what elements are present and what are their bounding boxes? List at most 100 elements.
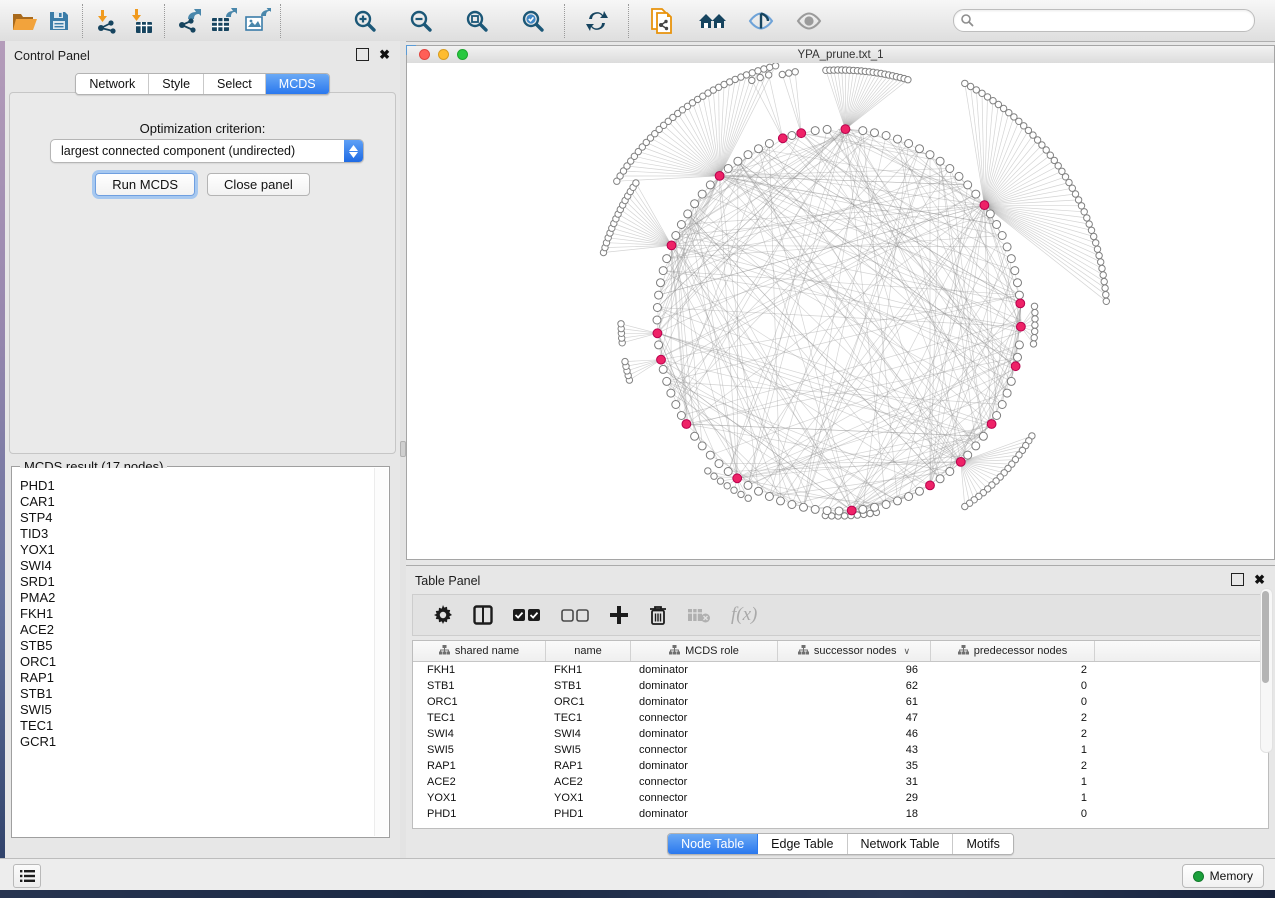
table-scrollbar-thumb[interactable] [1262, 591, 1269, 683]
node-table[interactable]: shared namename MCDS role successor nodes∨… [412, 640, 1269, 829]
table-tab-network-table[interactable]: Network Table [848, 834, 954, 854]
close-panel-button[interactable]: Close panel [207, 173, 310, 196]
table-row[interactable]: ORC1ORC1dominator610 [413, 694, 1268, 710]
table-row[interactable]: TEC1TEC1connector472 [413, 710, 1268, 726]
table-cell: dominator [631, 696, 778, 708]
mcds-result-item[interactable]: STB1 [20, 686, 388, 702]
table-row[interactable]: SWI5SWI5connector431 [413, 742, 1268, 758]
toolbar-separator [82, 4, 84, 38]
table-tab-edge-table[interactable]: Edge Table [758, 834, 847, 854]
mcds-result-item[interactable]: SWI4 [20, 558, 388, 574]
deselect-all-icon[interactable] [561, 608, 589, 622]
table-row[interactable]: SWI4SWI4dominator462 [413, 726, 1268, 742]
table-cell: ACE2 [546, 776, 631, 788]
tab-mcds[interactable]: MCDS [266, 74, 329, 94]
close-panel-icon[interactable]: ✖ [379, 49, 390, 60]
run-mcds-button[interactable]: Run MCDS [95, 173, 195, 196]
tab-select[interactable]: Select [204, 74, 266, 94]
desktop-edge-left [0, 41, 5, 858]
mcds-result-list[interactable]: PHD1CAR1STP4TID3YOX1SWI4SRD1PMA2FKH1ACE2… [13, 468, 388, 836]
mcds-result-item[interactable]: RAP1 [20, 670, 388, 686]
graphics-details-eye-icon[interactable] [744, 4, 778, 38]
mcds-result-item[interactable]: TEC1 [20, 718, 388, 734]
show-columns-icon[interactable] [473, 605, 493, 625]
table-cell: 0 [931, 696, 1095, 708]
export-network-icon[interactable] [172, 4, 206, 38]
table-cell: 2 [931, 728, 1095, 740]
search-icon [960, 13, 974, 32]
mcds-result-item[interactable]: STB5 [20, 638, 388, 654]
zoom-out-icon[interactable] [404, 4, 438, 38]
import-table-icon[interactable] [124, 4, 158, 38]
import-network-icon[interactable] [90, 4, 124, 38]
column-header-shared-name[interactable]: shared name [413, 641, 546, 661]
list-icon [20, 870, 35, 882]
sort-descending-icon: ∨ [903, 646, 910, 657]
column-header-name[interactable]: name [546, 641, 631, 661]
table-cell: 61 [778, 696, 931, 708]
mcds-result-item[interactable]: SRD1 [20, 574, 388, 590]
mcds-result-item[interactable]: GCR1 [20, 734, 388, 750]
column-header-successor-nodes[interactable]: successor nodes∨ [778, 641, 931, 661]
open-folder-icon[interactable] [8, 4, 42, 38]
zoom-in-icon[interactable] [348, 4, 382, 38]
refresh-icon[interactable] [580, 4, 614, 38]
network-view-window: YPA_prune.txt_1 [406, 45, 1275, 560]
export-table-icon[interactable] [206, 4, 240, 38]
mcds-result-item[interactable]: CAR1 [20, 494, 388, 510]
mcds-result-item[interactable]: TID3 [20, 526, 388, 542]
select-all-icon[interactable] [513, 608, 541, 622]
memory-button[interactable]: Memory [1182, 864, 1264, 888]
table-cell: dominator [631, 680, 778, 692]
mcds-result-item[interactable]: SWI5 [20, 702, 388, 718]
table-row[interactable]: STB1STB1dominator620 [413, 678, 1268, 694]
mcds-result-item[interactable]: FKH1 [20, 606, 388, 622]
export-image-icon[interactable] [240, 4, 274, 38]
mcds-result-item[interactable]: STP4 [20, 510, 388, 526]
criterion-dropdown[interactable]: largest connected component (undirected) [50, 139, 364, 163]
table-row[interactable]: YOX1YOX1connector291 [413, 790, 1268, 806]
search-input[interactable] [953, 9, 1255, 32]
tab-style[interactable]: Style [149, 74, 204, 94]
table-row[interactable]: ACE2ACE2connector311 [413, 774, 1268, 790]
mcds-result-item[interactable]: ACE2 [20, 622, 388, 638]
save-floppy-icon[interactable] [42, 4, 76, 38]
column-header-predecessor-nodes[interactable]: predecessor nodes [931, 641, 1095, 661]
table-settings-gear-icon[interactable] [433, 605, 453, 625]
mcds-result-box: MCDS result (17 nodes) PHD1CAR1STP4TID3Y… [11, 466, 390, 838]
mcds-result-item[interactable]: PMA2 [20, 590, 388, 606]
float-panel-icon[interactable] [356, 48, 369, 61]
network-overview-houses-icon[interactable] [696, 4, 730, 38]
column-label: MCDS role [685, 645, 739, 657]
column-header-MCDS-role[interactable]: MCDS role [631, 641, 778, 661]
table-row[interactable]: PHD1PHD1dominator180 [413, 806, 1268, 822]
network-canvas[interactable] [407, 63, 1274, 559]
table-row[interactable]: FKH1FKH1dominator962 [413, 662, 1268, 678]
table-tab-node-table[interactable]: Node Table [668, 834, 758, 854]
mcds-result-scrollbar[interactable] [374, 468, 388, 836]
control-panel: Control Panel ✖ NetworkStyleSelectMCDS O… [5, 41, 401, 858]
network-window-titlebar[interactable]: YPA_prune.txt_1 [407, 46, 1274, 64]
zoom-selected-icon[interactable] [516, 4, 550, 38]
table-cell: YOX1 [546, 792, 631, 804]
application-window: Control Panel ✖ NetworkStyleSelectMCDS O… [0, 0, 1275, 890]
table-cell: 1 [931, 744, 1095, 756]
mcds-result-item[interactable]: YOX1 [20, 542, 388, 558]
table-tab-motifs[interactable]: Motifs [953, 834, 1012, 854]
float-table-panel-icon[interactable] [1231, 573, 1244, 586]
add-icon[interactable] [609, 605, 629, 625]
dropdown-stepper-icon [344, 140, 363, 162]
table-cell: STB1 [413, 680, 546, 692]
zoom-fit-icon[interactable] [460, 4, 494, 38]
task-history-button[interactable] [13, 864, 41, 888]
mcds-result-item[interactable]: PHD1 [20, 478, 388, 494]
table-row[interactable]: RAP1RAP1dominator352 [413, 758, 1268, 774]
clone-network-icon[interactable] [644, 4, 678, 38]
close-table-panel-icon[interactable]: ✖ [1254, 574, 1265, 585]
column-type-icon [958, 645, 969, 658]
table-cell: connector [631, 712, 778, 724]
table-scrollbar[interactable] [1260, 588, 1273, 753]
trash-icon[interactable] [649, 605, 667, 626]
mcds-result-item[interactable]: ORC1 [20, 654, 388, 670]
tab-network[interactable]: Network [76, 74, 149, 94]
